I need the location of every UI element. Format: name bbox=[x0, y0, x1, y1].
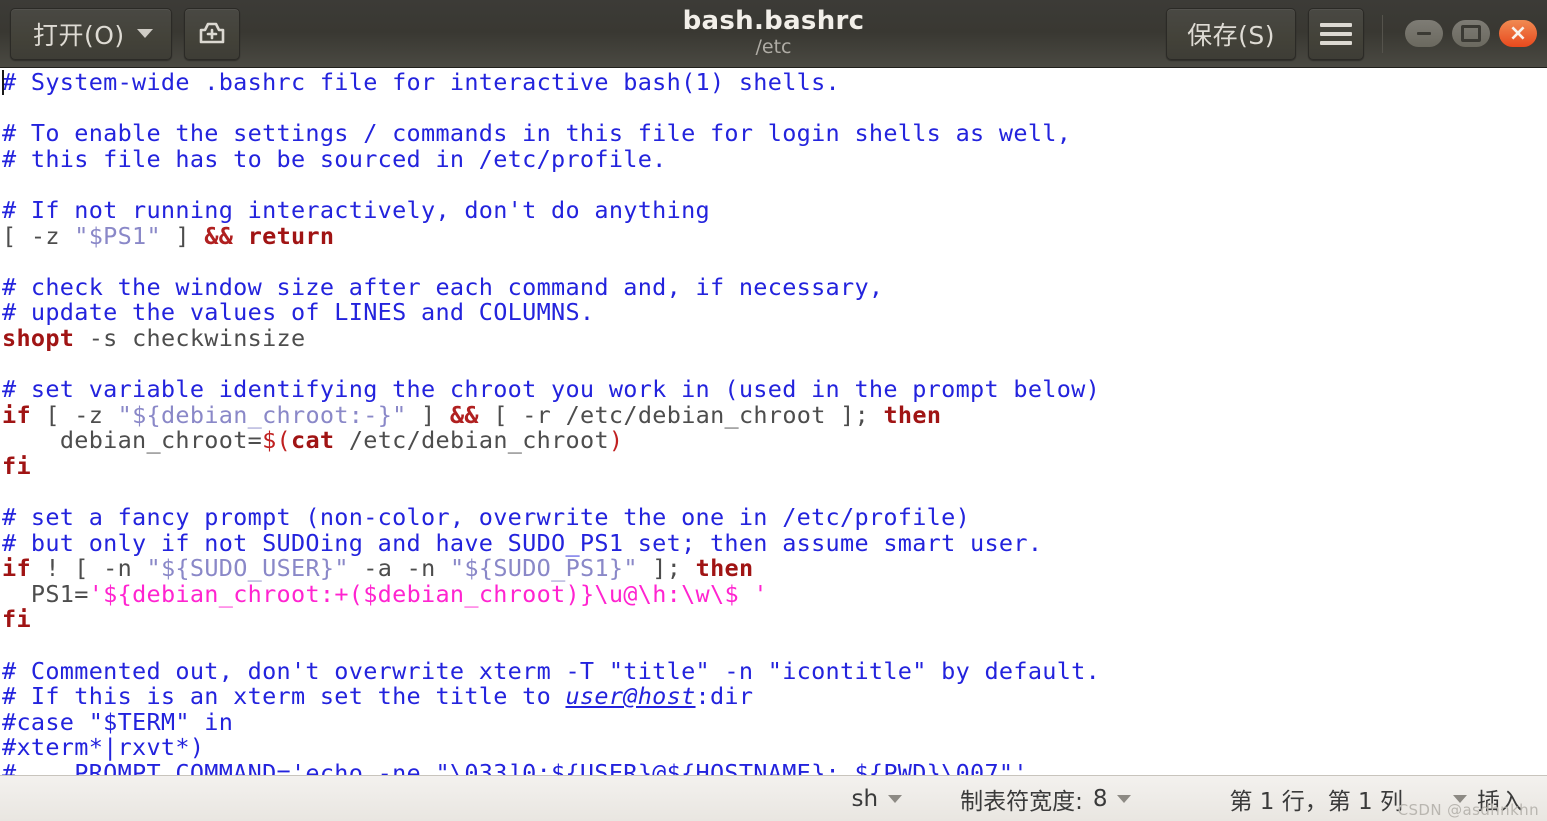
code-line: shopt -s checkwinsize bbox=[2, 323, 306, 352]
code-line: # PROMPT_COMMAND='echo -ne "\033]0;${USE… bbox=[2, 759, 1028, 775]
text-editor-area[interactable]: # System-wide .bashrc file for interacti… bbox=[0, 68, 1547, 775]
code-line: # set a fancy prompt (non-color, overwri… bbox=[2, 503, 971, 532]
maximize-icon[interactable] bbox=[1452, 20, 1490, 47]
code-line: if [ -z "${debian_chroot:-}" ] && [ -r /… bbox=[2, 400, 942, 429]
code-line: fi bbox=[2, 605, 31, 634]
open-file-button[interactable]: 打开(O) bbox=[10, 7, 172, 60]
minimize-icon[interactable] bbox=[1405, 20, 1443, 47]
code-line: # update the values of LINES and COLUMNS… bbox=[2, 298, 595, 327]
source-code-content[interactable]: # System-wide .bashrc file for interacti… bbox=[2, 68, 1547, 775]
code-line: # set variable identifying the chroot yo… bbox=[2, 375, 1101, 404]
chevron-down-icon bbox=[888, 794, 903, 803]
header-divider bbox=[1382, 14, 1383, 53]
code-line: # this file has to be sourced in /etc/pr… bbox=[2, 144, 667, 173]
close-icon[interactable] bbox=[1499, 20, 1537, 47]
insert-mode-selector[interactable]: 插入 bbox=[1445, 782, 1531, 816]
code-line: if ! [ -n "${SUDO_USER}" -a -n "${SUDO_P… bbox=[2, 554, 754, 583]
cursor-position: 第 1 行，第 1 列 bbox=[1229, 788, 1403, 815]
text-cursor bbox=[2, 70, 4, 95]
save-button[interactable]: 保存(S) bbox=[1166, 7, 1296, 60]
code-line: PS1='${debian_chroot:+($debian_chroot)}\… bbox=[30, 579, 768, 608]
code-line: # check the window size after each comma… bbox=[2, 272, 884, 301]
page-title: bash.bashrc bbox=[682, 5, 865, 36]
code-line: # To enable the settings / commands in t… bbox=[2, 119, 1072, 148]
tab-width-label: 制表符宽度: bbox=[960, 788, 1083, 815]
language-label: sh bbox=[851, 785, 879, 812]
code-line: # System-wide .bashrc file for interacti… bbox=[2, 68, 840, 96]
insert-mode-label: 插入 bbox=[1477, 788, 1523, 815]
new-document-button[interactable] bbox=[183, 7, 240, 60]
language-selector[interactable]: sh bbox=[844, 786, 911, 812]
code-line: fi bbox=[2, 451, 31, 480]
code-line: # but only if not SUDOing and have SUDO_… bbox=[2, 528, 1043, 557]
menu-button[interactable] bbox=[1308, 7, 1364, 60]
header-right-actions: 保存(S) bbox=[1166, 7, 1537, 60]
email-link[interactable]: user@host bbox=[565, 682, 695, 710]
open-file-label: 打开(O) bbox=[33, 20, 125, 50]
gedit-window: 打开(O) bash.bashrc /etc 保存(S) × # System-… bbox=[0, 0, 1547, 821]
new-document-icon bbox=[199, 22, 224, 43]
code-line: [ -z "$PS1" ] && return bbox=[2, 221, 335, 250]
header-bar: 打开(O) bash.bashrc /etc 保存(S) bbox=[0, 0, 1547, 68]
chevron-down-icon bbox=[136, 29, 153, 38]
code-line: # If not running interactively, don't do… bbox=[2, 195, 710, 224]
window-controls bbox=[1401, 20, 1537, 47]
code-line: debian_chroot=$(cat /etc/debian_chroot) bbox=[59, 426, 624, 455]
hamburger-menu-icon bbox=[1320, 22, 1352, 45]
page-subtitle: /etc bbox=[755, 36, 792, 59]
status-bar: sh 制表符宽度: 8 第 1 行，第 1 列 插入 CSDN @asdhnkh… bbox=[0, 775, 1547, 821]
chevron-down-icon bbox=[1453, 794, 1467, 803]
tab-width-selector[interactable]: 制表符宽度: 8 bbox=[952, 782, 1139, 816]
header-left-actions: 打开(O) bbox=[10, 7, 240, 60]
code-line: # Commented out, don't overwrite xterm -… bbox=[2, 656, 1101, 685]
save-label: 保存(S) bbox=[1187, 20, 1275, 50]
tab-width-value: 8 bbox=[1092, 785, 1108, 812]
code-line: #xterm*|rxvt*) bbox=[2, 733, 205, 762]
code-line: # If this is an xterm set the title to u… bbox=[2, 682, 754, 711]
chevron-down-icon bbox=[1117, 794, 1132, 803]
code-line: #case "$TERM" in bbox=[2, 707, 234, 736]
